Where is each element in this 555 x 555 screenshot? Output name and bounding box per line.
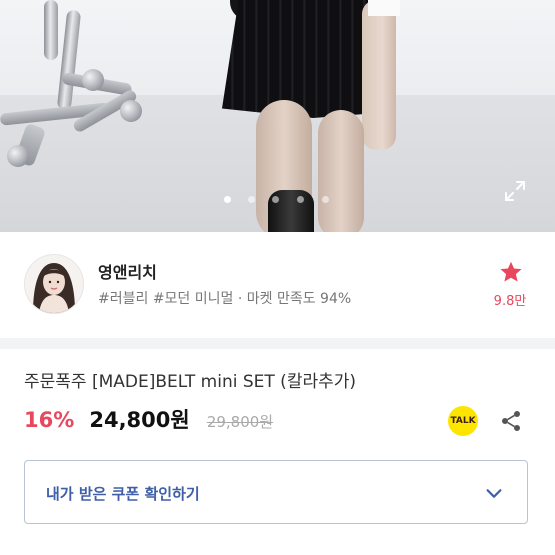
original-price: 29,800원 — [206, 413, 274, 431]
section-divider — [0, 338, 555, 349]
talk-label: TALK — [450, 416, 476, 426]
rack-wheel — [82, 69, 104, 91]
model-cuff — [368, 0, 400, 16]
like-count: 9.8만 — [493, 294, 527, 309]
carousel-dot-2[interactable] — [248, 196, 255, 203]
rack-wheel — [7, 145, 29, 167]
share-icon[interactable] — [499, 409, 523, 433]
shop-tags: #러블리 #모던 미니멀 · 마켓 만족도 94% — [98, 291, 352, 307]
shop-avatar[interactable] — [24, 254, 84, 314]
model-arm — [362, 0, 396, 150]
sale-price: 24,800원 — [89, 408, 190, 432]
product-image-carousel[interactable] — [0, 0, 555, 232]
shop-info[interactable]: 영앤리치 #러블리 #모던 미니멀 · 마켓 만족도 94% 9.8만 — [0, 232, 555, 338]
carousel-indicators — [0, 193, 555, 205]
rack-wheel — [120, 100, 142, 122]
carousel-dot-1[interactable] — [224, 196, 231, 203]
rack-pole — [44, 0, 58, 60]
carousel-dot-5[interactable] — [322, 196, 329, 203]
product-title: 주문폭주 [MADE]BELT mini SET (칼라추가) — [24, 372, 357, 392]
kakao-talk-icon[interactable]: TALK — [448, 406, 478, 436]
expand-icon[interactable] — [503, 179, 527, 203]
shop-name[interactable]: 영앤리치 — [98, 259, 157, 283]
chevron-down-icon — [486, 489, 502, 498]
coupon-button[interactable]: 내가 받은 쿠폰 확인하기 — [24, 460, 528, 524]
coupon-label: 내가 받은 쿠폰 확인하기 — [46, 485, 200, 503]
model-leg — [318, 110, 364, 232]
star-icon[interactable] — [498, 259, 524, 285]
price-row: 16% 24,800원 29,800원 — [24, 404, 273, 438]
carousel-dot-4[interactable] — [297, 196, 304, 203]
discount-rate: 16% — [24, 408, 75, 432]
avatar-portrait — [25, 255, 83, 313]
carousel-dot-3[interactable] — [272, 196, 279, 203]
